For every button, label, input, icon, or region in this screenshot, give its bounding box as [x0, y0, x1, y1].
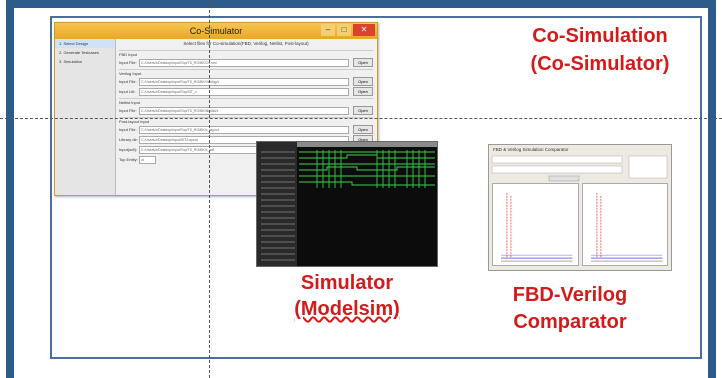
field-label: Input File: [119, 79, 137, 84]
sidebar-item-generate-testcases[interactable]: 2. Generate Testcases [55, 48, 115, 57]
file-row: Input File: C:/Users/x/Desktop/Input/Top… [119, 58, 373, 67]
wizard-header: Select files for Co-simulation(FBD, Veri… [183, 41, 309, 46]
open-button[interactable]: Open [353, 125, 373, 134]
open-button[interactable]: Open [353, 87, 373, 96]
comparison-plot-right [581, 183, 668, 266]
field-label: Library dir: [119, 137, 138, 142]
vertical-guide-line [209, 0, 210, 378]
minimize-icon[interactable]: – [321, 24, 335, 36]
close-icon[interactable]: ✕ [353, 24, 375, 36]
simulator-caption: Simulator (Modelsim) [262, 270, 432, 322]
top-entity-field[interactable]: ct [139, 155, 156, 164]
file-row: Input File: C:/Users/x/Desktop/Input/Top… [119, 125, 373, 134]
group-title: FBD Input [119, 50, 373, 57]
comparison-plot-left [492, 183, 579, 266]
field-label: Input File: [119, 108, 137, 113]
comparator-caption: FBD-Verilog Comparator [470, 282, 670, 336]
file-row: Input Lib: C:/Users/x/Desktop/Input/Top/… [119, 87, 373, 96]
file-path-field[interactable]: C:/Users/x/Desktop/Input/Top/SIT_x [139, 87, 349, 96]
open-button[interactable]: Open [353, 58, 373, 67]
file-path-field[interactable]: C:/Users/x/Desktop/Input/Top/TS_RO/BK/Ve… [139, 77, 349, 86]
field-label: Top Entity: [119, 157, 138, 162]
file-path-field[interactable]: C:/Users/x/Desktop/Input/Top/TS_RO/BK/x_… [139, 125, 349, 134]
sidebar-item-select-design[interactable]: 1. Select Design [55, 39, 115, 48]
open-button[interactable]: Open [353, 77, 373, 86]
sidebar-item-simulation[interactable]: 3. Simulation [55, 57, 115, 66]
field-label: Input File: [119, 127, 137, 132]
maximize-icon[interactable]: □ [337, 24, 351, 36]
field-label: Input File: [119, 60, 137, 65]
group-title: Verilog Input [119, 69, 373, 76]
caption-line: Comparator [513, 311, 627, 333]
file-row: Input File: C:/Users/x/Desktop/Input/Top… [119, 77, 373, 86]
file-path-field[interactable]: C:/Users/x/Desktop/Input/Top/TS_RO/BK/Cx… [139, 58, 349, 67]
window-titlebar: Co-Simulator – □ ✕ [55, 23, 377, 39]
file-path-field[interactable]: C:/Users/x/Desktop/Input/Top/TS_RO/BK/Ne… [139, 106, 349, 115]
open-button[interactable]: Open [353, 106, 373, 115]
comparator-controls [491, 155, 668, 182]
field-label: Input Lib: [119, 89, 136, 94]
caption-line: FBD-Verilog [512, 284, 628, 306]
window-title: Co-Simulator [189, 26, 243, 36]
wizard-sidebar: 1. Select Design 2. Generate Testcases 3… [55, 39, 116, 195]
caption-line: Simulator [300, 272, 394, 294]
co-simulation-caption: Co-Simulation (Co-Simulator) [500, 22, 700, 78]
caption-line: (Co-Simulator) [530, 53, 670, 75]
waveform-traces [261, 150, 435, 261]
caption-line: Co-Simulation [532, 25, 668, 47]
group-title: Netlist Input [119, 98, 373, 105]
file-row: Input File: C:/Users/x/Desktop/Input/Top… [119, 106, 373, 115]
modelsim-waveform-screenshot [256, 141, 438, 267]
comparator-screenshot: FBD & Verilog Simulation Comparator [488, 144, 672, 271]
horizontal-guide-line [0, 118, 722, 119]
field-label: Input(sdf): [119, 147, 138, 152]
caption-line: (Modelsim) [294, 298, 400, 320]
